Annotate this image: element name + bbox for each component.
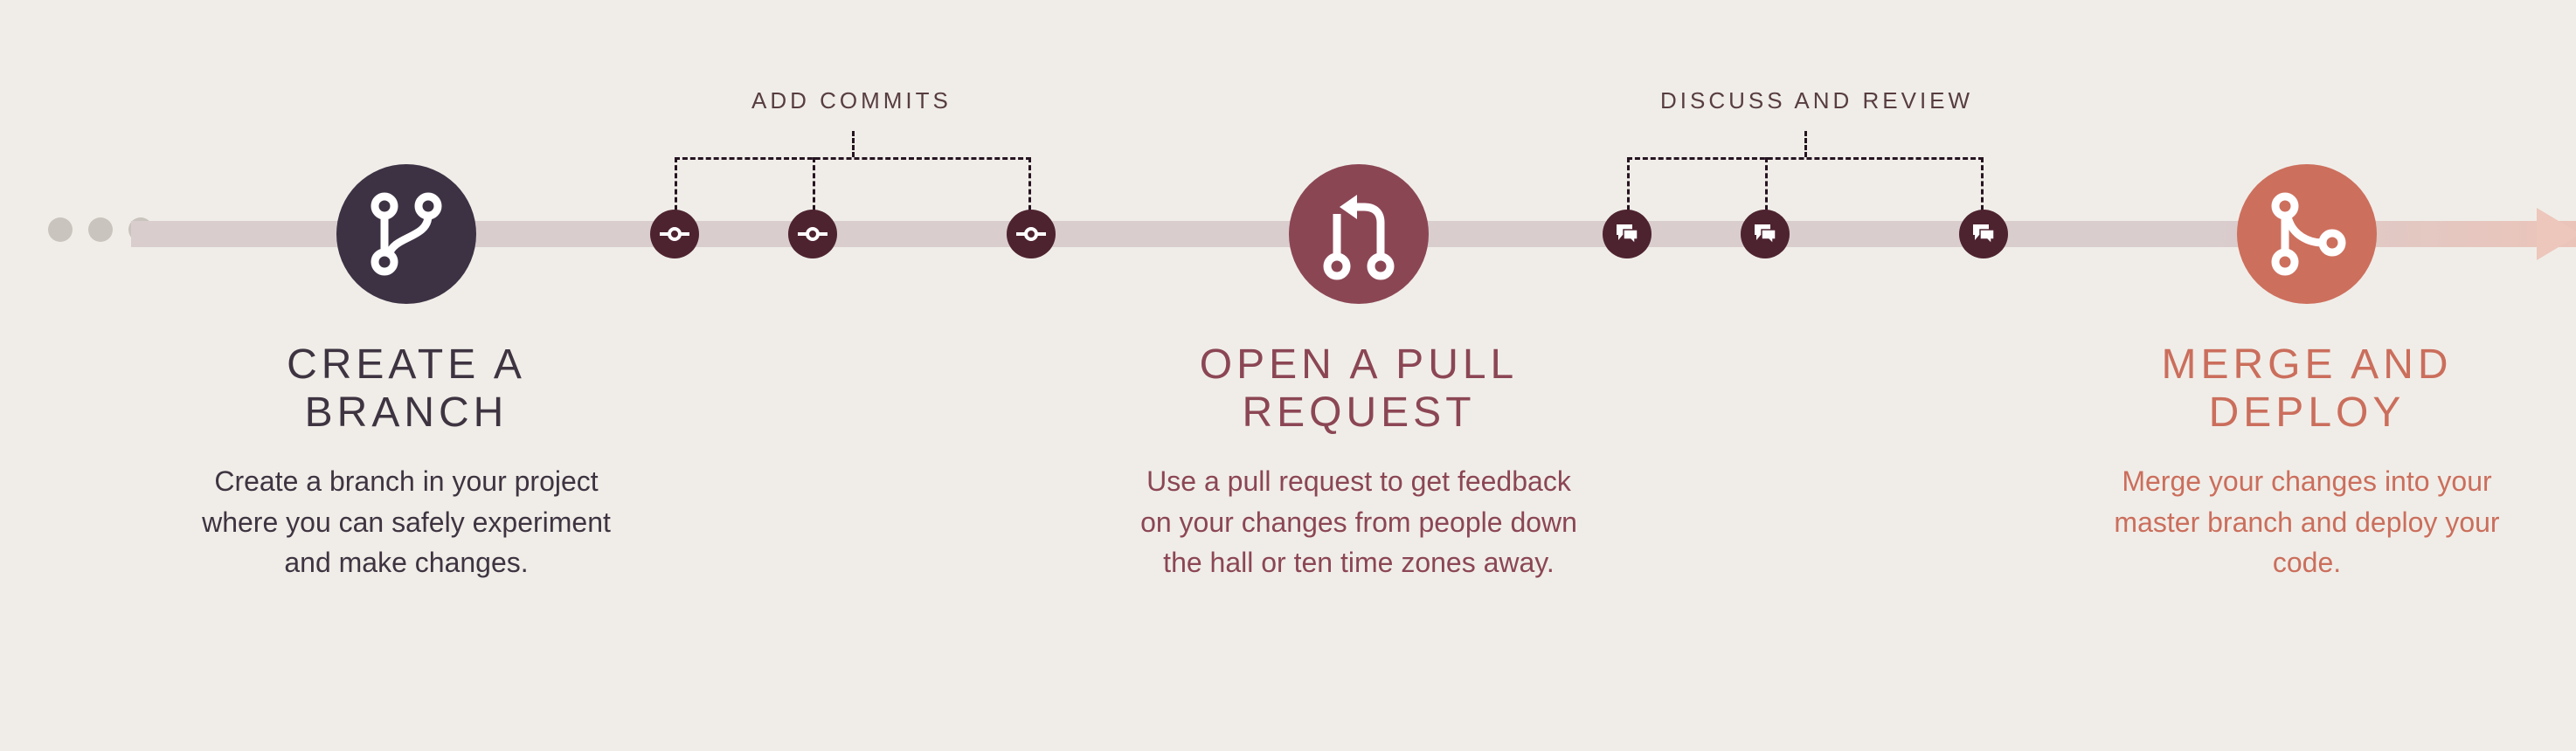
node-merge-deploy (2237, 164, 2377, 304)
node-commit-2 (788, 210, 837, 258)
node-pull-request (1289, 164, 1429, 304)
column-branch: CREATE A BRANCH Create a branch in your … (179, 341, 634, 583)
chat-icon (1752, 223, 1778, 245)
label-add-commits: ADD COMMITS (751, 87, 952, 114)
connector-discuss-top (1804, 131, 1807, 157)
title-branch: CREATE A BRANCH (179, 341, 634, 437)
body-branch: Create a branch in your project where yo… (179, 461, 634, 582)
commit-icon (660, 226, 689, 242)
commit-icon (798, 226, 828, 242)
git-branch-icon (367, 190, 446, 278)
connector-discuss (1627, 157, 1984, 218)
connector-commits (675, 157, 1031, 218)
node-create-branch (336, 164, 476, 304)
pull-request-icon (1315, 186, 1402, 282)
node-discuss-2 (1741, 210, 1790, 258)
node-discuss-1 (1603, 210, 1652, 258)
title-pr: OPEN A PULL REQUEST (1132, 341, 1586, 437)
chat-icon (1970, 223, 1997, 245)
body-merge: Merge your changes into your master bran… (2080, 461, 2534, 582)
node-commit-3 (1007, 210, 1056, 258)
commit-icon (1016, 226, 1046, 242)
body-pr: Use a pull request to get feedback on yo… (1132, 461, 1586, 582)
label-discuss-review: DISCUSS AND REVIEW (1660, 87, 1973, 114)
git-merge-icon (2266, 190, 2349, 278)
title-merge: MERGE AND DEPLOY (2080, 341, 2534, 437)
node-discuss-3 (1959, 210, 2008, 258)
node-commit-1 (650, 210, 699, 258)
connector-commits-top (852, 131, 855, 157)
column-merge: MERGE AND DEPLOY Merge your changes into… (2080, 341, 2534, 583)
column-pr: OPEN A PULL REQUEST Use a pull request t… (1132, 341, 1586, 583)
chat-icon (1614, 223, 1640, 245)
arrow-head-icon (2537, 208, 2576, 260)
